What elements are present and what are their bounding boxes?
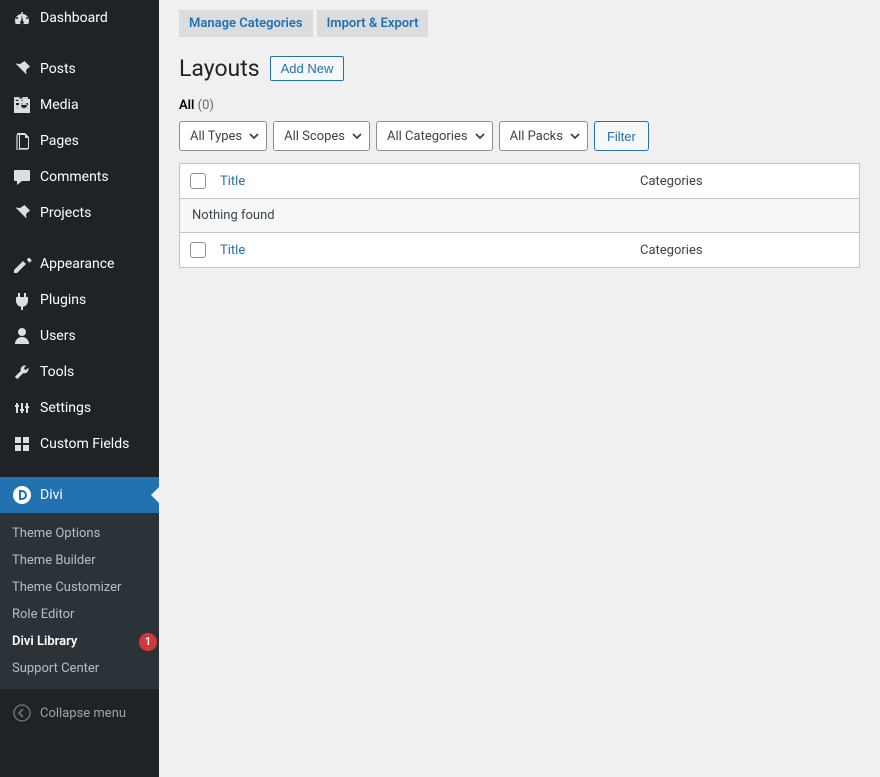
sidebar-label: Appearance	[40, 256, 114, 272]
empty-row: Nothing found	[180, 199, 859, 233]
select-all-checkbox[interactable]	[190, 173, 206, 189]
submenu-divi-library[interactable]: Divi Library 1	[0, 628, 159, 655]
add-new-button[interactable]: Add New	[270, 56, 345, 81]
pin-icon	[12, 203, 32, 223]
sidebar-item-plugins[interactable]: Plugins	[0, 282, 159, 318]
sidebar-item-dashboard[interactable]: Dashboard	[0, 0, 159, 36]
layouts-table: Title Categories Nothing found Title Cat…	[179, 163, 860, 268]
select-all-cell-footer	[190, 242, 220, 258]
subsub-filter: All (0)	[179, 98, 860, 113]
plugins-icon	[12, 290, 32, 310]
filter-bar: All Types All Scopes All Categories All …	[179, 121, 860, 151]
filter-categories-select[interactable]: All Categories	[376, 121, 493, 151]
sidebar-item-projects[interactable]: Projects	[0, 195, 159, 231]
sidebar-item-posts[interactable]: Posts	[0, 51, 159, 87]
comments-icon	[12, 167, 32, 187]
submenu-role-editor[interactable]: Role Editor	[0, 601, 159, 628]
subsub-count: (0)	[198, 98, 214, 113]
top-actions: Manage Categories Import & Export	[179, 10, 860, 37]
chevron-down-icon	[569, 130, 581, 142]
filter-button[interactable]: Filter	[594, 121, 649, 151]
filter-label: All Categories	[387, 129, 468, 144]
page-heading-wrap: Layouts Add New	[179, 55, 860, 82]
menu-separator	[0, 41, 159, 46]
pin-icon	[12, 59, 32, 79]
sidebar-item-divi[interactable]: Divi	[0, 477, 159, 513]
filter-label: All Types	[190, 129, 242, 144]
submenu-theme-builder[interactable]: Theme Builder	[0, 547, 159, 574]
sidebar-label: Custom Fields	[40, 436, 129, 452]
annotation-badge: 1	[139, 633, 157, 651]
appearance-icon	[12, 254, 32, 274]
sidebar-item-media[interactable]: Media	[0, 87, 159, 123]
table-header: Title Categories	[180, 164, 859, 199]
media-icon	[12, 95, 32, 115]
sidebar-label: Pages	[40, 133, 79, 149]
sidebar-label: Users	[40, 328, 76, 344]
chevron-down-icon	[351, 130, 363, 142]
filter-types-select[interactable]: All Types	[179, 121, 267, 151]
submenu-theme-customizer[interactable]: Theme Customizer	[0, 574, 159, 601]
sidebar-label: Tools	[40, 364, 74, 380]
filter-label: All Scopes	[284, 129, 345, 144]
submenu-theme-options[interactable]: Theme Options	[0, 520, 159, 547]
tools-icon	[12, 362, 32, 382]
sidebar-label: Plugins	[40, 292, 86, 308]
column-footer-title[interactable]: Title	[220, 243, 640, 258]
main-content: Manage Categories Import & Export Layout…	[159, 0, 880, 777]
page-title: Layouts	[179, 55, 260, 82]
sidebar-item-comments[interactable]: Comments	[0, 159, 159, 195]
sidebar-label: Settings	[40, 400, 91, 416]
sidebar-label: Comments	[40, 169, 109, 185]
subsub-all[interactable]: All	[179, 98, 194, 113]
sidebar-item-users[interactable]: Users	[0, 318, 159, 354]
sidebar-item-settings[interactable]: Settings	[0, 390, 159, 426]
divi-icon	[12, 485, 32, 505]
column-footer-categories[interactable]: Categories	[640, 243, 849, 258]
column-header-title[interactable]: Title	[220, 174, 640, 189]
chevron-down-icon	[248, 130, 260, 142]
sidebar-item-appearance[interactable]: Appearance	[0, 246, 159, 282]
menu-separator	[0, 236, 159, 241]
import-export-button[interactable]: Import & Export	[317, 10, 429, 37]
custom-fields-icon	[12, 434, 32, 454]
sidebar-item-custom-fields[interactable]: Custom Fields	[0, 426, 159, 462]
table-footer: Title Categories	[180, 233, 859, 267]
dashboard-icon	[12, 8, 32, 28]
menu-separator	[0, 467, 159, 472]
submenu-label: Divi Library	[12, 634, 77, 649]
submenu-support-center[interactable]: Support Center	[0, 655, 159, 682]
collapse-icon	[12, 703, 32, 723]
sidebar-label: Posts	[40, 61, 76, 77]
pages-icon	[12, 131, 32, 151]
settings-icon	[12, 398, 32, 418]
manage-categories-button[interactable]: Manage Categories	[179, 10, 313, 37]
collapse-menu[interactable]: Collapse menu	[0, 695, 159, 731]
filter-packs-select[interactable]: All Packs	[499, 121, 588, 151]
collapse-label: Collapse menu	[40, 706, 126, 721]
select-all-checkbox-footer[interactable]	[190, 242, 206, 258]
sidebar-label: Projects	[40, 205, 91, 221]
empty-text: Nothing found	[192, 208, 275, 223]
sidebar-label: Divi	[40, 487, 63, 503]
chevron-down-icon	[474, 130, 486, 142]
column-header-categories[interactable]: Categories	[640, 174, 849, 189]
users-icon	[12, 326, 32, 346]
filter-scopes-select[interactable]: All Scopes	[273, 121, 370, 151]
divi-submenu: Theme Options Theme Builder Theme Custom…	[0, 513, 159, 689]
select-all-cell	[190, 173, 220, 189]
sidebar-label: Dashboard	[40, 10, 108, 26]
sidebar-label: Media	[40, 97, 79, 113]
sidebar-item-tools[interactable]: Tools	[0, 354, 159, 390]
filter-label: All Packs	[510, 129, 563, 144]
admin-sidebar: Dashboard Posts Media Pages Comments Pro…	[0, 0, 159, 777]
sidebar-item-pages[interactable]: Pages	[0, 123, 159, 159]
